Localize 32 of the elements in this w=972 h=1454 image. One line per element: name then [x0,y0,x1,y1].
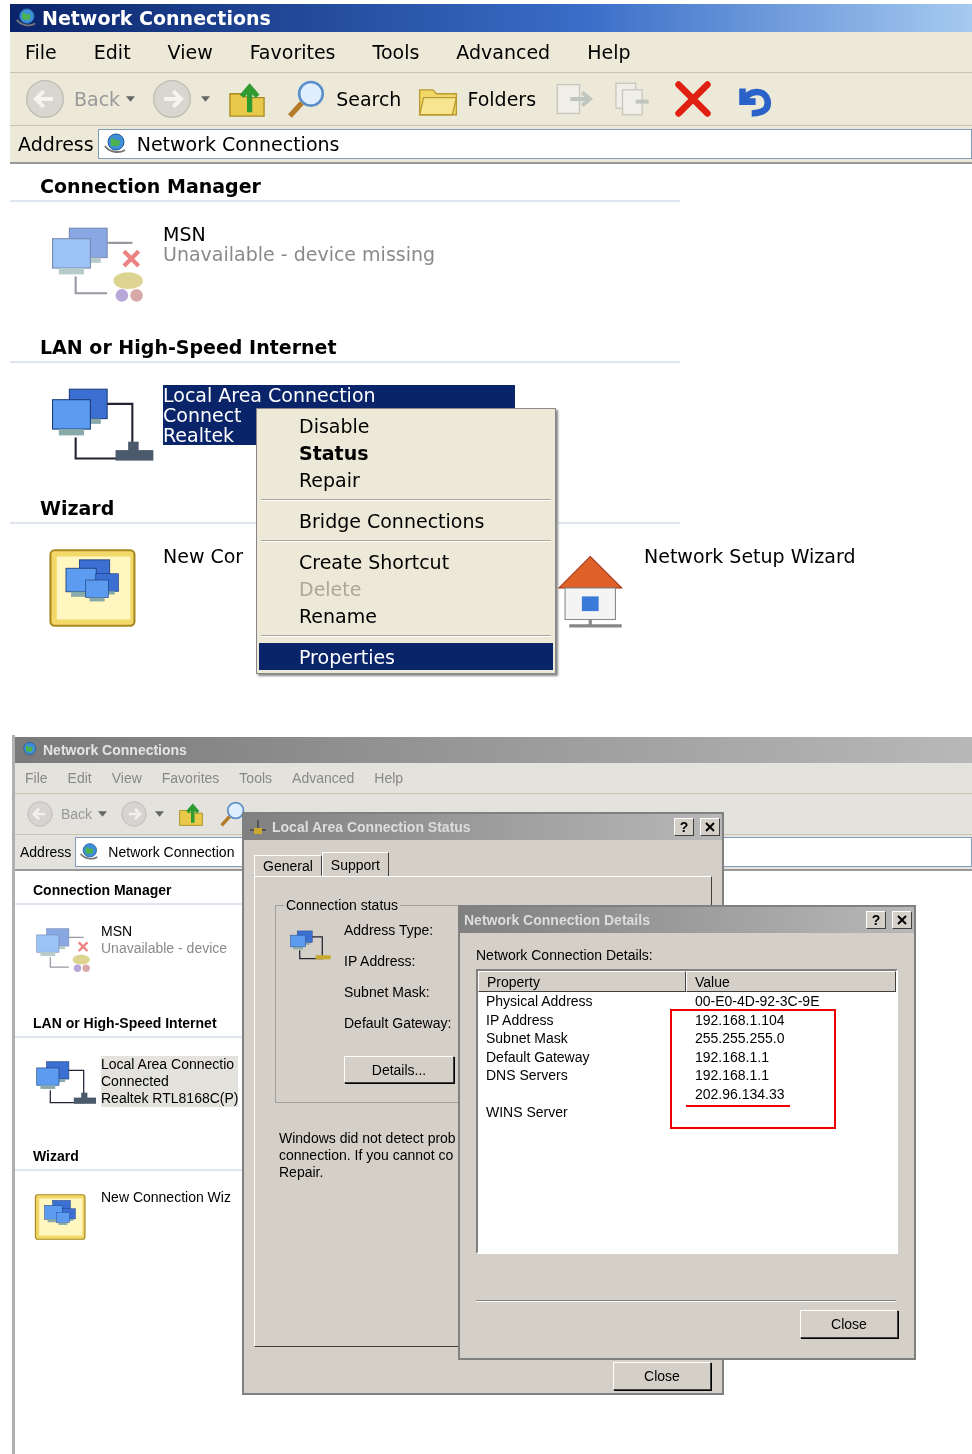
value-cell: 202.96.134.33 [695,1085,785,1102]
address-label: Address [20,844,72,860]
field-label: Address Type: [344,922,435,938]
value-cell: 00-E0-4D-92-3C-9E [695,993,820,1010]
property-cell: Physical Address [486,993,593,1010]
list-label: Network Connection Details: [476,947,654,963]
value-cell: 192.168.1.1 [695,1067,769,1084]
connection-status: Connected [101,1073,169,1090]
window-title: Network Connections [43,742,187,758]
connection-status: Connect [163,405,242,425]
property-cell: WINS Server [486,1104,568,1121]
group-header: LAN or High-Speed Internet [10,333,680,363]
value-cell: 192.168.1.104 [695,1011,785,1028]
field-label: Default Gateway: [344,1015,452,1031]
group-header: Connection Manager [10,172,680,202]
connection-status: Unavailable - device missing [163,244,436,264]
window-title: Network Connections [42,7,271,29]
connection-status: Realtek [163,425,235,445]
dialog-title: Network Connection Details [464,912,651,928]
dialog-title: Local Area Connection Status [272,819,472,835]
property-cell: IP Address [486,1011,554,1028]
value-cell: 192.168.1.1 [695,1048,769,1065]
property-cell: DNS Servers [486,1067,568,1084]
connection-status: Unavailable - device [101,940,228,957]
address-label: Address [18,133,94,155]
field-label: Subnet Mask: [344,984,431,1000]
property-cell: Default Gateway [486,1048,590,1065]
field-label: IP Address: [344,953,417,969]
connection-status: Realtek RTL8168C(P) [101,1090,239,1107]
property-cell: Subnet Mask [486,1030,568,1047]
group-label: Connection status [284,897,401,913]
value-cell: 255.255.255.0 [695,1030,785,1047]
